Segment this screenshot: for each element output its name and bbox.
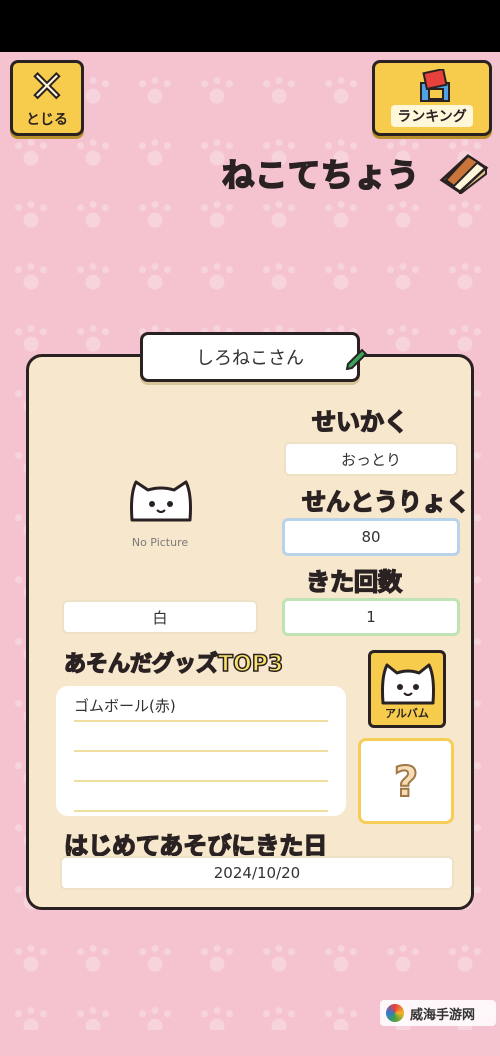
personality-label: せいかく: [311, 407, 409, 437]
goods-item: [74, 782, 328, 812]
ranking-button[interactable]: ランキング: [372, 60, 492, 136]
page-title: ねこてちょう: [221, 155, 421, 195]
first-visit-date: 2024/10/20: [60, 856, 454, 890]
no-picture-label: No Picture: [131, 536, 189, 549]
bottom-strip: [0, 1030, 500, 1056]
close-icon: ✕: [28, 62, 65, 111]
pencil-icon[interactable]: [344, 344, 370, 370]
question-mark-icon: ?: [393, 756, 419, 807]
ranking-icon: [420, 69, 450, 102]
goods-item: [74, 722, 328, 752]
watermark-text: 威海手游网: [410, 1007, 476, 1023]
album-button-label: アルバム: [385, 707, 429, 720]
cat-name-field[interactable]: しろねこさん: [140, 332, 360, 382]
visits-value: 1: [282, 598, 460, 636]
goods-item: [74, 752, 328, 782]
watermark-logo-icon: [386, 1004, 404, 1022]
ranking-button-label: ランキング: [391, 105, 473, 127]
visits-label: きた回数: [305, 567, 403, 597]
color-value: 白: [62, 600, 258, 634]
notebook-icon: [439, 154, 489, 194]
watermark: 威海手游网: [380, 1000, 496, 1026]
status-bar: [0, 0, 500, 52]
power-value: 80: [282, 518, 460, 556]
cat-face-icon: [381, 663, 435, 705]
goods-heading: あそんだグッズTOP3: [63, 651, 284, 678]
personality-value: おっとり: [284, 442, 458, 476]
cat-picture: [130, 480, 192, 522]
close-button[interactable]: ✕ とじる: [10, 60, 84, 136]
goods-list: ゴムボール(赤): [56, 686, 346, 816]
goods-item: ゴムボール(赤): [74, 692, 328, 722]
album-button[interactable]: アルバム: [368, 650, 446, 728]
power-label: せんとうりょく: [301, 487, 471, 517]
unknown-item-slot[interactable]: ?: [358, 738, 454, 824]
close-button-label: とじる: [26, 112, 68, 128]
